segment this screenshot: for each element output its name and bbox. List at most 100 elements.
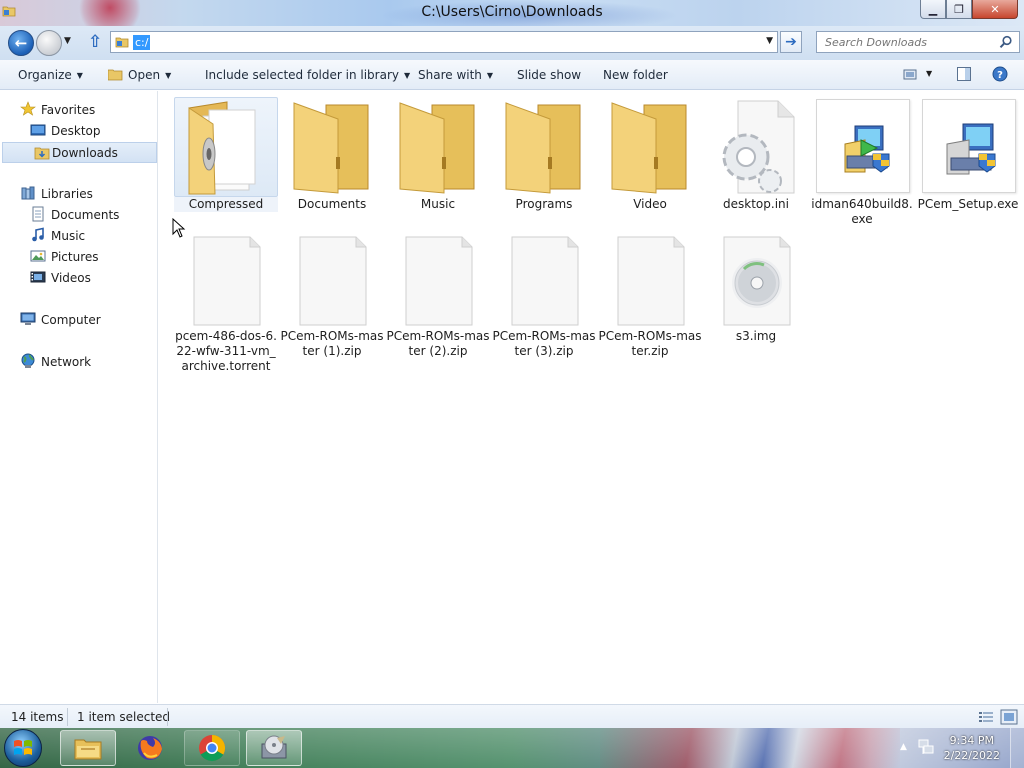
- dropdown-arrow-icon: ▼: [76, 71, 83, 80]
- sidebar-item-desktop[interactable]: Desktop: [30, 121, 101, 142]
- file-item-programs[interactable]: Programs: [492, 97, 596, 212]
- clock-date: 2/22/2022: [943, 749, 1000, 762]
- title-bar[interactable]: C:\Users\Cirno\Downloads ▁ ❐ ✕: [0, 0, 1024, 26]
- pictures-label: Pictures: [51, 250, 99, 264]
- view-icon: [903, 69, 917, 80]
- sidebar-item-favorites[interactable]: Favorites: [20, 100, 95, 121]
- view-dropdown-icon[interactable]: ▼: [926, 69, 932, 78]
- file-item-pcem-roms-master[interactable]: PCem-ROMs-master.zip: [598, 233, 702, 359]
- share-with-menu[interactable]: Share with ▼: [418, 68, 493, 82]
- help-button[interactable]: ?: [992, 66, 1008, 85]
- file-name: pcem-486-dos-6.22-wfw-311-vm_archive.tor…: [175, 329, 277, 373]
- back-button[interactable]: ←: [8, 30, 34, 56]
- folder-icon: [399, 102, 475, 194]
- sidebar-item-libraries[interactable]: Libraries: [20, 184, 93, 205]
- desktop-icon: [30, 124, 46, 136]
- large-icons-view-icon[interactable]: [1000, 709, 1018, 725]
- details-view-icon[interactable]: [978, 710, 994, 724]
- recent-pages-dropdown-icon[interactable]: ▼: [64, 36, 76, 48]
- computer-icon: [20, 312, 36, 325]
- change-view-button[interactable]: [902, 66, 918, 85]
- music-note-icon: [32, 227, 44, 242]
- file-item-music[interactable]: Music: [386, 97, 490, 212]
- go-arrow-icon: ➔: [785, 34, 797, 50]
- search-input[interactable]: [817, 32, 987, 52]
- taskbar-chrome-button[interactable]: [184, 730, 240, 766]
- mouse-cursor-icon: [172, 218, 186, 238]
- file-item-video[interactable]: Video: [598, 97, 702, 212]
- search-icon[interactable]: [999, 35, 1013, 49]
- preview-pane-button[interactable]: [956, 66, 972, 85]
- file-name: Documents: [297, 197, 367, 211]
- open-button[interactable]: Open ▼: [108, 68, 171, 82]
- go-button[interactable]: ➔: [780, 31, 802, 53]
- navigation-pane: Favorites Desktop Downloads Libraries Do…: [0, 91, 158, 703]
- network-status-icon[interactable]: [918, 738, 934, 756]
- forward-button[interactable]: [36, 30, 62, 56]
- show-desktop-button[interactable]: [1010, 728, 1024, 768]
- file-item-idman-exe[interactable]: idman640build8.exe: [810, 97, 914, 227]
- sidebar-item-documents[interactable]: Documents: [30, 205, 119, 226]
- chrome-icon: [199, 734, 225, 762]
- file-name: PCem-ROMs-master (2).zip: [386, 329, 490, 358]
- start-button[interactable]: [4, 729, 42, 767]
- share-label: Share with: [418, 68, 482, 82]
- file-item-pcem-setup-exe[interactable]: PCem_Setup.exe: [916, 97, 1020, 212]
- new-folder-button[interactable]: New folder: [603, 68, 668, 82]
- help-icon: ?: [992, 66, 1008, 82]
- setup-disc-icon: [261, 735, 287, 759]
- file-item-torrent[interactable]: pcem-486-dos-6.22-wfw-311-vm_archive.tor…: [174, 233, 278, 374]
- zip-folder-icon: [188, 101, 256, 195]
- star-icon: [20, 101, 36, 116]
- slide-show-button[interactable]: Slide show: [517, 68, 581, 82]
- address-dropdown-icon[interactable]: ▼: [766, 36, 773, 46]
- videos-icon: [30, 271, 46, 283]
- blank-file-icon: [299, 236, 367, 326]
- search-box: [816, 31, 1020, 53]
- item-count: 14 items: [11, 710, 64, 724]
- file-name: PCem_Setup.exe: [917, 197, 1019, 211]
- file-item-desktop-ini[interactable]: desktop.ini: [704, 97, 808, 212]
- organize-menu[interactable]: Organize ▼: [18, 68, 83, 82]
- disc-image-icon: [723, 236, 791, 326]
- favorites-label: Favorites: [41, 103, 96, 117]
- file-item-compressed[interactable]: Compressed: [174, 97, 278, 212]
- settings-gear-icon: [722, 100, 795, 194]
- dropdown-arrow-icon: ▼: [403, 71, 411, 80]
- minimize-button[interactable]: ▁: [920, 0, 946, 19]
- network-globe-icon: [21, 353, 35, 368]
- taskbar-explorer-button[interactable]: [60, 730, 116, 766]
- file-name: PCem-ROMs-master.zip: [598, 329, 702, 358]
- address-bar[interactable]: c:/ ▼: [110, 31, 778, 53]
- maximize-button[interactable]: ❐: [946, 0, 972, 19]
- file-item-documents[interactable]: Documents: [280, 97, 384, 212]
- network-label: Network: [41, 355, 92, 369]
- include-in-library-menu[interactable]: Include selected folder in library ▼: [205, 68, 410, 82]
- file-item-pcem-roms-3[interactable]: PCem-ROMs-master (3).zip: [492, 233, 596, 359]
- sidebar-item-music[interactable]: Music: [30, 226, 85, 247]
- close-button[interactable]: ✕: [972, 0, 1018, 19]
- desktop-label: Desktop: [51, 124, 101, 138]
- sidebar-item-downloads[interactable]: Downloads: [2, 142, 157, 163]
- downloads-folder-icon: [34, 147, 50, 160]
- file-item-pcem-roms-1[interactable]: PCem-ROMs-master (1).zip: [280, 233, 384, 359]
- show-hidden-icons-icon[interactable]: ▲: [900, 742, 907, 752]
- sidebar-item-computer[interactable]: Computer: [20, 310, 101, 331]
- sidebar-item-network[interactable]: Network: [20, 352, 91, 373]
- file-item-s3-img[interactable]: s3.img: [704, 233, 808, 344]
- system-clock[interactable]: 9:34 PM 2/22/2022: [944, 733, 1000, 763]
- taskbar-firefox-button[interactable]: [124, 730, 176, 766]
- installer-icon: [844, 125, 890, 173]
- computer-label: Computer: [41, 313, 101, 327]
- dropdown-arrow-icon: ▼: [165, 71, 172, 80]
- file-item-pcem-roms-2[interactable]: PCem-ROMs-master (2).zip: [386, 233, 490, 359]
- sidebar-item-pictures[interactable]: Pictures: [30, 247, 99, 268]
- taskbar-setup-button[interactable]: [246, 730, 302, 766]
- sidebar-item-videos[interactable]: Videos: [30, 268, 91, 289]
- file-list-view[interactable]: Compressed Documents Music Programs Vide…: [159, 91, 1024, 703]
- up-arrow-icon[interactable]: ⇧: [88, 32, 104, 52]
- address-input[interactable]: c:/: [133, 35, 151, 50]
- preview-pane-icon: [957, 67, 971, 81]
- folder-icon: [611, 102, 687, 194]
- include-label: Include selected folder in library: [205, 68, 399, 82]
